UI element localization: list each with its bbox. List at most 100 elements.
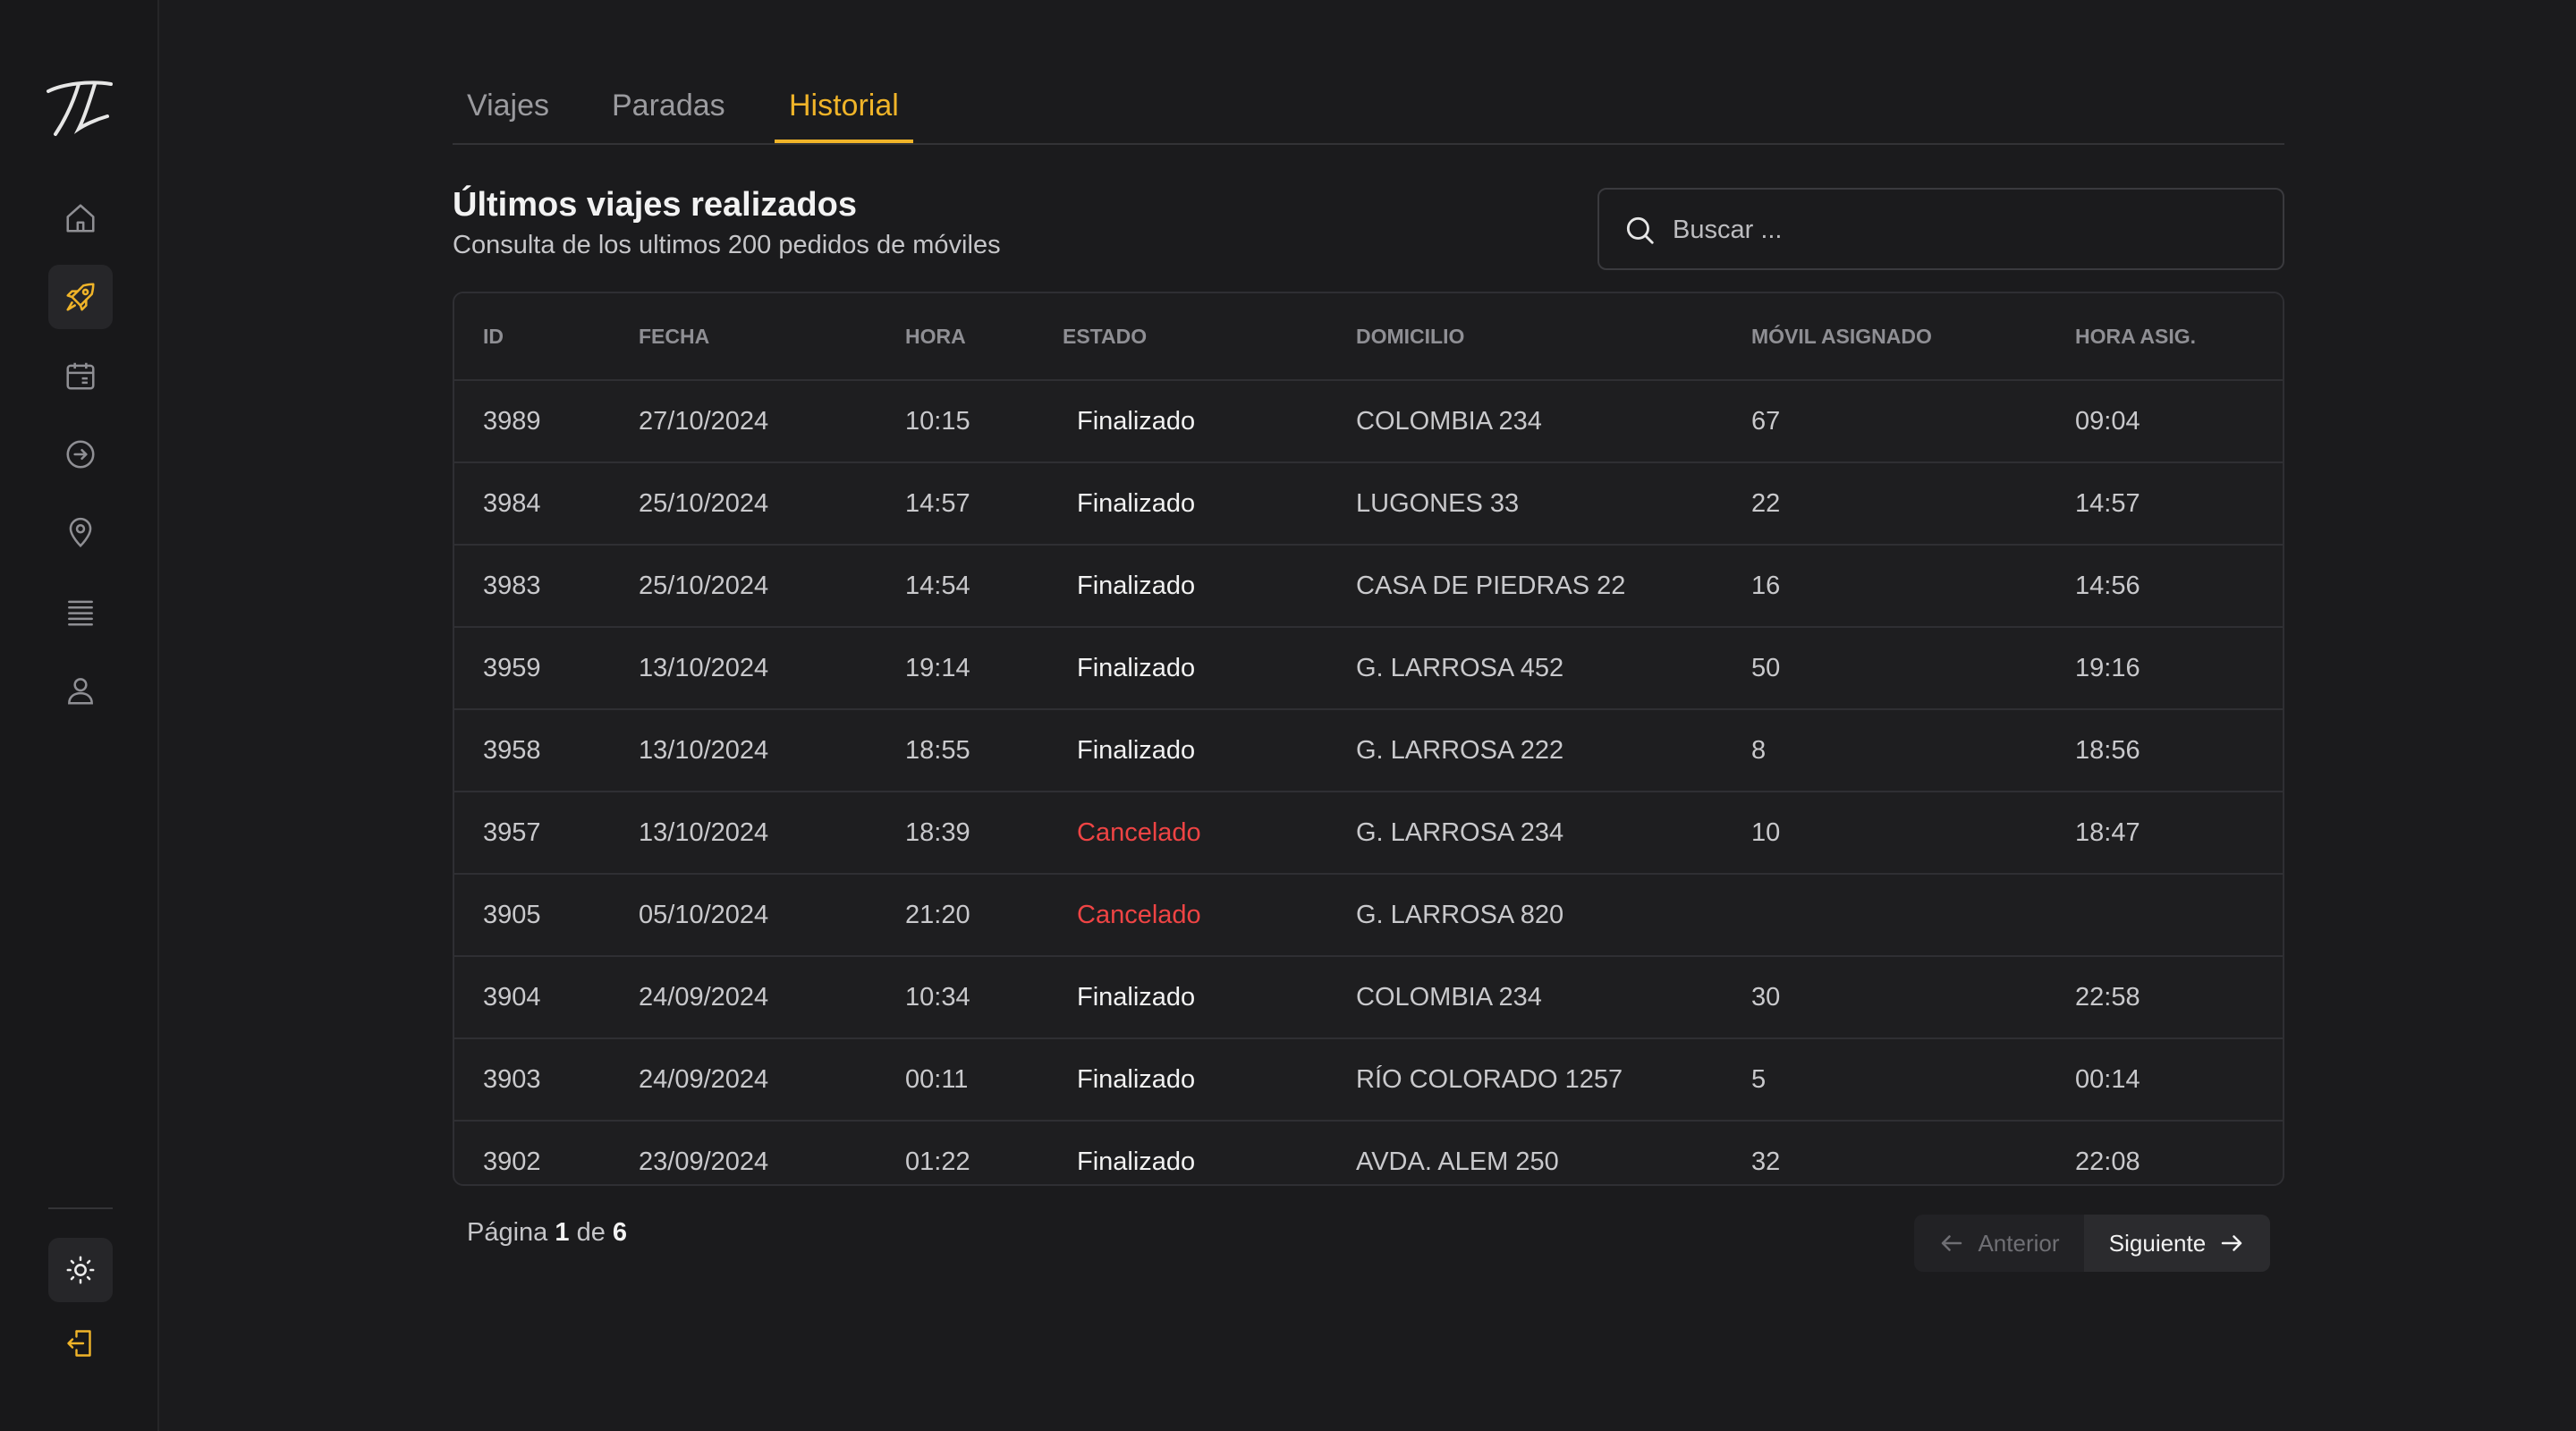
- tab-bar: Viajes Paradas Historial: [453, 72, 2284, 145]
- cell-id: 3989: [483, 407, 541, 436]
- map-pin-icon: [69, 517, 92, 548]
- cell-fecha: 25/10/2024: [639, 489, 769, 518]
- cell-fecha: 05/10/2024: [639, 901, 769, 929]
- cell-hora: 14:57: [905, 489, 970, 518]
- status-text: Finalizado: [1077, 489, 1196, 518]
- cell-domicilio: AVDA. ALEM 250: [1356, 1147, 1559, 1176]
- column-header-hora-asig: HORA ASIG.: [2075, 325, 2197, 348]
- status-text: Finalizado: [1077, 572, 1196, 600]
- user-icon: [68, 678, 93, 705]
- cell-movil: 16: [1751, 572, 1781, 600]
- arrow-right-icon: [2221, 1235, 2242, 1251]
- status-text: Cancelado: [1077, 818, 1201, 847]
- cell-hora: 00:11: [905, 1065, 969, 1094]
- page-of: de: [576, 1218, 606, 1247]
- table-header: ID FECHA HORA ESTADO DOMICILIO MÓVIL ASI…: [454, 293, 2283, 381]
- column-header-id: ID: [483, 325, 504, 348]
- cell-hora-asig: 14:57: [2075, 489, 2140, 518]
- cell-id: 3958: [483, 736, 541, 765]
- column-header-hora: HORA: [905, 325, 966, 348]
- home-icon: [66, 204, 95, 233]
- tab-viajes[interactable]: Viajes: [453, 72, 564, 143]
- cell-hora: 19:14: [905, 654, 970, 682]
- theme-toggle-button[interactable]: [48, 1238, 113, 1302]
- status-text: Finalizado: [1077, 407, 1196, 436]
- sun-icon: [66, 1256, 95, 1284]
- cell-movil: 5: [1751, 1065, 1767, 1094]
- table-row[interactable]: 3958 13/10/2024 18:55 Finalizado G. LARROSA …: [454, 710, 2283, 792]
- nav-trips[interactable]: [48, 265, 113, 329]
- cell-hora: 18:39: [905, 818, 970, 847]
- cell-hora: 10:15: [905, 407, 970, 436]
- pagination-controls: Anterior Siguiente: [1914, 1215, 2270, 1272]
- cell-domicilio: LUGONES 33: [1356, 489, 1520, 518]
- tab-historial[interactable]: Historial: [775, 72, 913, 143]
- cell-hora-asig: 09:04: [2075, 407, 2140, 436]
- previous-page-button[interactable]: Anterior: [1914, 1215, 2084, 1272]
- search-input[interactable]: [1671, 190, 2265, 270]
- cell-fecha: 13/10/2024: [639, 736, 769, 765]
- cell-hora-asig: 14:56: [2075, 572, 2140, 600]
- table-row[interactable]: 3984 25/10/2024 14:57 Finalizado LUGONES 33 2…: [454, 463, 2283, 546]
- nav-stops[interactable]: [48, 501, 113, 565]
- tab-paradas[interactable]: Paradas: [597, 72, 740, 143]
- cell-hora-asig: 00:14: [2075, 1065, 2140, 1094]
- cell-fecha: 23/09/2024: [639, 1147, 769, 1176]
- cell-domicilio: COLOMBIA 234: [1356, 983, 1542, 1012]
- table-row[interactable]: 3904 24/09/2024 10:34 Finalizado COLOMBIA 23…: [454, 957, 2283, 1039]
- status-text: Finalizado: [1077, 983, 1196, 1012]
- logout-button[interactable]: [48, 1311, 113, 1376]
- nav-calendar[interactable]: [48, 343, 113, 408]
- sidebar: [0, 0, 159, 1431]
- cell-hora: 10:34: [905, 983, 970, 1012]
- table-row[interactable]: 3983 25/10/2024 14:54 Finalizado CASA DE PIE…: [454, 546, 2283, 628]
- list-icon: [68, 600, 93, 626]
- page-title: Últimos viajes realizados: [453, 186, 857, 224]
- cell-fecha: 27/10/2024: [639, 407, 769, 436]
- cell-hora: 14:54: [905, 572, 970, 600]
- status-text: Finalizado: [1077, 1147, 1196, 1176]
- cell-fecha: 13/10/2024: [639, 654, 769, 682]
- nav-profile[interactable]: [48, 658, 113, 723]
- cell-movil: 32: [1751, 1147, 1781, 1176]
- previous-page-label: Anterior: [1978, 1229, 2060, 1257]
- table-row[interactable]: 3957 13/10/2024 18:39 Cancelado G. LARROSA 2…: [454, 792, 2283, 875]
- cell-fecha: 25/10/2024: [639, 572, 769, 600]
- page-subtitle: Consulta de los ultimos 200 pedidos de m…: [453, 231, 1001, 259]
- table-row[interactable]: 3902 23/09/2024 01:22 Finalizado AVDA. ALEM …: [454, 1122, 2283, 1184]
- cell-movil: 10: [1751, 818, 1781, 847]
- arrow-left-icon: [1942, 1235, 1962, 1251]
- nav-routes[interactable]: [48, 422, 113, 487]
- cell-id: 3983: [483, 572, 541, 600]
- column-header-domicilio: DOMICILIO: [1356, 325, 1465, 348]
- cell-domicilio: G. LARROSA 222: [1356, 736, 1564, 765]
- status-text: Finalizado: [1077, 1065, 1196, 1094]
- app-logo: [47, 80, 113, 136]
- cell-hora-asig: 18:47: [2075, 818, 2140, 847]
- nav-home[interactable]: [48, 186, 113, 250]
- cell-hora-asig: 22:08: [2075, 1147, 2140, 1176]
- cell-fecha: 24/09/2024: [639, 1065, 769, 1094]
- page-indicator: Página 1 de 6: [467, 1218, 627, 1248]
- cell-hora-asig: 19:16: [2075, 654, 2140, 682]
- table-row[interactable]: 3959 13/10/2024 19:14 Finalizado G. LARROSA …: [454, 628, 2283, 710]
- cell-id: 3903: [483, 1065, 541, 1094]
- status-text: Cancelado: [1077, 901, 1201, 929]
- table-row[interactable]: 3905 05/10/2024 21:20 Cancelado G. LARROSA 8…: [454, 875, 2283, 957]
- table-row[interactable]: 3903 24/09/2024 00:11 Finalizado RÍO COLORAD…: [454, 1039, 2283, 1122]
- nav-list[interactable]: [48, 580, 113, 644]
- next-page-button[interactable]: Siguiente: [2084, 1215, 2270, 1272]
- table-row[interactable]: 3989 27/10/2024 10:15 Finalizado COLOMBIA 23…: [454, 381, 2283, 463]
- cell-domicilio: G. LARROSA 452: [1356, 654, 1564, 682]
- cell-id: 3984: [483, 489, 541, 518]
- column-header-movil: MÓVIL ASIGNADO: [1751, 325, 1932, 348]
- cell-hora-asig: 22:58: [2075, 983, 2140, 1012]
- cell-domicilio: RÍO COLORADO 1257: [1356, 1065, 1623, 1094]
- table-body: 3989 27/10/2024 10:15 Finalizado COLOMBIA 23…: [454, 381, 2283, 1184]
- cell-movil: 8: [1751, 736, 1767, 765]
- page-current: 1: [555, 1218, 570, 1247]
- search-icon: [1626, 216, 1654, 244]
- next-page-label: Siguiente: [2108, 1229, 2207, 1257]
- cell-id: 3905: [483, 901, 541, 929]
- arrow-circle-icon: [66, 440, 95, 469]
